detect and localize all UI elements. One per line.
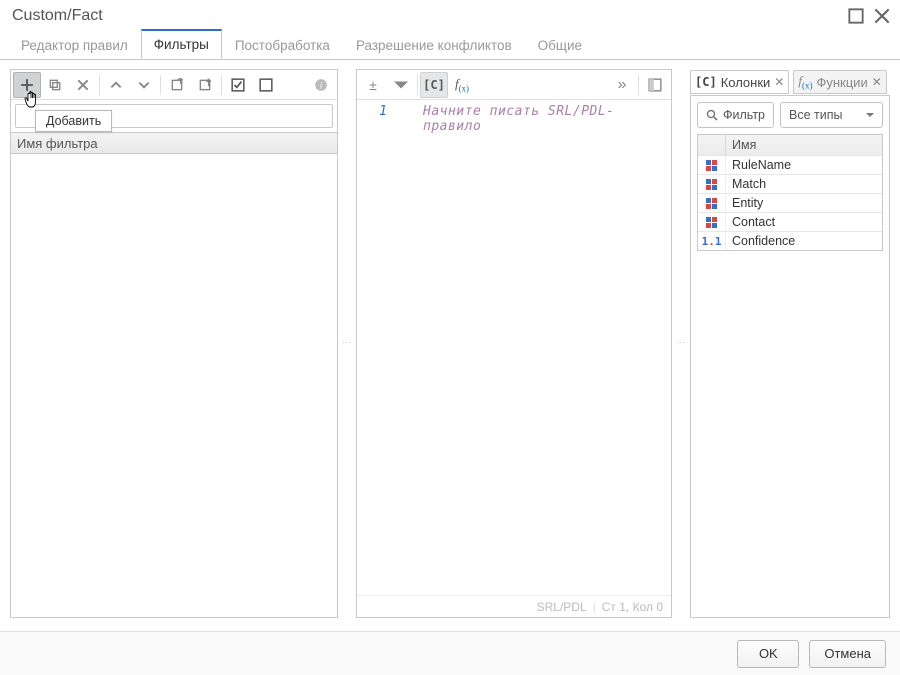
type-select-label: Все типы xyxy=(789,108,842,122)
column-name: Confidence xyxy=(726,234,882,248)
search-icon xyxy=(706,109,718,121)
splitter-right[interactable]: ⋮ xyxy=(678,69,684,618)
dialog-footer: OK Отмена xyxy=(0,631,900,675)
category-type-icon xyxy=(698,213,726,231)
diff-dropdown-icon[interactable] xyxy=(387,72,415,98)
column-name: Match xyxy=(726,177,882,191)
column-row[interactable]: 1.1Confidence xyxy=(698,231,882,250)
move-down-button[interactable] xyxy=(130,72,158,98)
cancel-button[interactable]: Отмена xyxy=(809,640,886,668)
ok-button[interactable]: OK xyxy=(737,640,799,668)
info-icon[interactable]: i xyxy=(307,72,335,98)
tab-filters[interactable]: Фильтры xyxy=(141,29,222,59)
tab-general[interactable]: Общие xyxy=(525,31,595,59)
tab-functions[interactable]: f(x) Функции ✕ xyxy=(793,70,886,94)
add-tooltip: Добавить xyxy=(35,110,112,132)
check-all-button[interactable] xyxy=(224,72,252,98)
filters-panel: i Имя фильтра Добавить xyxy=(10,69,338,618)
column-row[interactable]: RuleName xyxy=(698,155,882,174)
line-gutter: 1 xyxy=(357,100,395,595)
tab-postprocessing[interactable]: Постобработка xyxy=(222,31,343,59)
filter-button[interactable]: Фильтр xyxy=(697,102,774,128)
columns-token-button[interactable]: [C] xyxy=(420,72,448,98)
filter-button-label: Фильтр xyxy=(723,108,765,122)
category-type-icon xyxy=(698,156,726,174)
svg-text:i: i xyxy=(320,81,323,91)
editor-panel: ± [C] f(x) » 1 Начните писать SRL/PDL-пр… xyxy=(356,69,672,618)
titlebar: Custom/Fact xyxy=(0,0,900,32)
column-row[interactable]: Match xyxy=(698,174,882,193)
column-name: Contact xyxy=(726,215,882,229)
editor-toolbar: ± [C] f(x) » xyxy=(357,70,671,100)
tab-functions-label: Функции xyxy=(816,75,867,90)
filters-list-body xyxy=(11,154,337,617)
tab-columns-label: Колонки xyxy=(721,75,771,90)
numeric-type-icon: 1.1 xyxy=(698,232,726,250)
splitter-left[interactable]: ⋮ xyxy=(344,69,350,618)
column-name: Entity xyxy=(726,196,882,210)
diff-button[interactable]: ± xyxy=(359,72,387,98)
filters-toolbar: i xyxy=(11,70,337,100)
category-type-icon xyxy=(698,175,726,193)
window-title: Custom/Fact xyxy=(12,7,103,25)
column-row[interactable]: Entity xyxy=(698,193,882,212)
chevron-down-icon xyxy=(866,111,874,119)
filters-list-header: Имя фильтра xyxy=(11,132,337,154)
tabs-bar: Редактор правил Фильтры Постобработка Ра… xyxy=(0,32,900,60)
right-tabs: [C] Колонки ✕ f(x) Функции ✕ xyxy=(690,69,890,95)
columns-icon: [C] xyxy=(695,75,717,89)
move-up-button[interactable] xyxy=(102,72,130,98)
copy-button[interactable] xyxy=(41,72,69,98)
maximize-icon[interactable] xyxy=(848,8,864,24)
close-tab-functions-icon[interactable]: ✕ xyxy=(872,75,882,89)
more-icon[interactable]: » xyxy=(608,72,636,98)
status-cursor-pos: Ст 1, Кол 0 xyxy=(602,600,663,614)
columns-header-name: Имя xyxy=(726,135,882,155)
layout-toggle-button[interactable] xyxy=(641,72,669,98)
editor-statusbar: SRL/PDL | Ст 1, Кол 0 xyxy=(357,595,671,617)
column-row[interactable]: Contact xyxy=(698,212,882,231)
import-button[interactable] xyxy=(191,72,219,98)
type-select[interactable]: Все типы xyxy=(780,102,883,128)
category-type-icon xyxy=(698,194,726,212)
tab-columns[interactable]: [C] Колонки ✕ xyxy=(690,70,789,94)
columns-table: Имя RuleNameMatchEntityContact1.1Confide… xyxy=(697,134,883,251)
right-body: Фильтр Все типы Имя RuleName Match Entity C… xyxy=(690,95,890,618)
close-tab-columns-icon[interactable]: ✕ xyxy=(774,75,784,89)
delete-button[interactable] xyxy=(69,72,97,98)
tab-rule-editor[interactable]: Редактор правил xyxy=(8,31,141,59)
content-area: i Имя фильтра Добавить ⋮ ± [C] f(x) » 1 … xyxy=(0,61,900,626)
right-panel: [C] Колонки ✕ f(x) Функции ✕ Фильтр Все … xyxy=(690,69,890,618)
code-editor[interactable]: 1 Начните писать SRL/PDL-правило xyxy=(357,100,671,595)
add-button[interactable] xyxy=(13,72,41,98)
tab-conflict-resolution[interactable]: Разрешение конфликтов xyxy=(343,31,525,59)
editor-placeholder: Начните писать SRL/PDL-правило xyxy=(423,104,671,134)
column-name: RuleName xyxy=(726,158,882,172)
status-language: SRL/PDL xyxy=(537,600,587,614)
export-button[interactable] xyxy=(163,72,191,98)
uncheck-all-button[interactable] xyxy=(252,72,280,98)
functions-icon: f(x) xyxy=(798,73,812,91)
function-button[interactable]: f(x) xyxy=(448,72,476,98)
close-icon[interactable] xyxy=(874,8,890,24)
